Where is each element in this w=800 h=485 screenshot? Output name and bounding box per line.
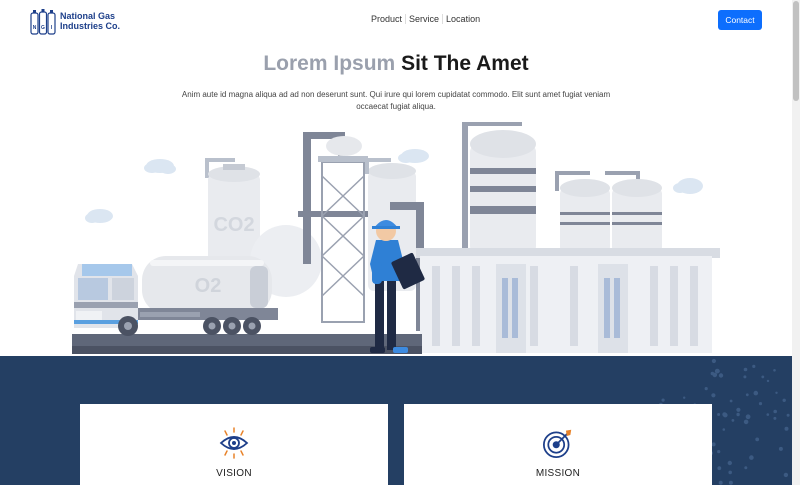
co2-label: CO2 (213, 214, 254, 236)
brand-logo[interactable]: N G I National Gas Industries Co. (30, 7, 120, 35)
co2-tank: CO2 (205, 158, 260, 264)
cloud-icon (85, 209, 113, 223)
brand-line1: National Gas (60, 11, 116, 21)
svg-text:G: G (41, 25, 45, 31)
scrollbar-thumb[interactable] (793, 1, 799, 101)
nav-link-location[interactable]: Location (443, 14, 483, 24)
vision-title: VISION (216, 468, 252, 479)
target-icon (543, 429, 572, 458)
svg-text:N: N (33, 25, 37, 31)
eye-icon (219, 427, 249, 459)
mission-title: MISSION (535, 468, 581, 479)
vision-card: VISION (80, 404, 388, 485)
cloud-icon (144, 159, 176, 174)
brand-name: National Gas Industries Co. (60, 11, 120, 31)
page-scrollbar[interactable] (792, 0, 800, 485)
nav-link-product[interactable]: Product (368, 14, 407, 24)
gas-truck: O2 (74, 256, 278, 336)
nav-links: Product Service Location (368, 14, 483, 24)
cloud-icon (673, 178, 703, 194)
gas-plant-illustration: CO2 O2 (72, 122, 720, 354)
mission-card: MISSION (404, 404, 712, 485)
hero-title-muted: Lorem Ipsum (263, 52, 396, 75)
gas-cylinders-icon: N G I (30, 9, 56, 35)
svg-text:I: I (51, 25, 53, 31)
nav-link-service[interactable]: Service (406, 14, 444, 24)
o2-label: O2 (195, 275, 222, 297)
cloud-icon (398, 149, 429, 163)
hero-title: Lorem Ipsum Sit The Amet (0, 52, 792, 76)
vision-mission-section: VISION MISSION (0, 356, 792, 485)
contact-button[interactable]: Contact (718, 10, 762, 30)
brand-line2: Industries Co. (60, 21, 121, 31)
hero-description: Anim aute id magna aliqua ad ad non dese… (181, 90, 611, 111)
hero-title-dark: Sit The Amet (401, 52, 529, 75)
plant-building (416, 248, 720, 353)
navbar: N G I National Gas Industries Co. Produc… (0, 0, 792, 40)
